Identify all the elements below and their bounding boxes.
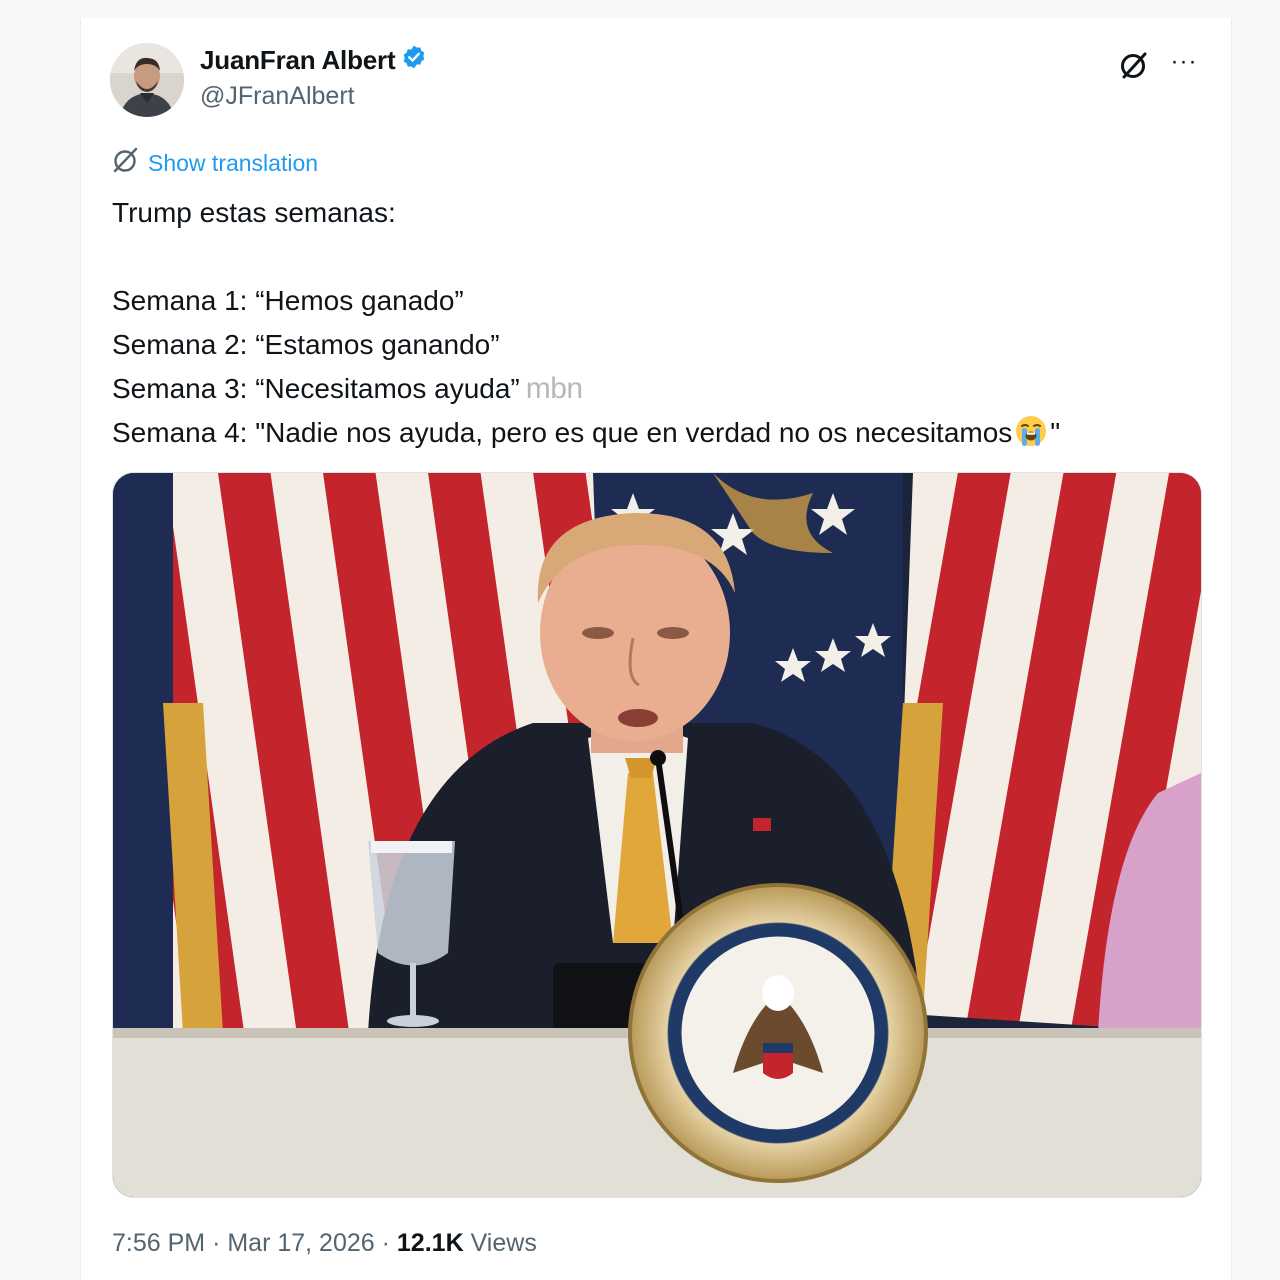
loudly-crying-emoji-icon <box>1014 414 1048 461</box>
tweet-text: Trump estas semanas: Semana 1: “Hemos ga… <box>112 191 1212 461</box>
avatar[interactable] <box>110 43 184 117</box>
more-options-button[interactable]: ··· <box>1166 48 1202 80</box>
tweet-line-3: Semana 3: “Necesitamos ayuda” <box>112 373 520 404</box>
tweet-line-1: Semana 1: “Hemos ganado” <box>112 285 464 316</box>
views-count: 12.1K <box>396 1229 464 1257</box>
meta-separator: · <box>212 1229 221 1257</box>
tweet-line-4: Semana 4: "Nadie nos ayuda, pero es que … <box>112 417 1013 448</box>
author-name[interactable]: JuanFran Albert <box>200 45 396 76</box>
tweet-date[interactable]: Mar 17, 2026 <box>227 1229 374 1257</box>
meta-separator: · <box>381 1229 390 1257</box>
tweet-meta: 7:56 PM · Mar 17, 2026 · 12.1K Views <box>112 1229 537 1258</box>
tweet-line-3-row: Semana 3: “Necesitamos ayuda” mbn <box>112 367 1212 411</box>
tweet-line-4-row: Semana 4: "Nadie nos ayuda, pero es que … <box>112 411 1212 461</box>
author-handle[interactable]: @JFranAlbert <box>200 82 355 111</box>
watermark: mbn <box>525 372 583 405</box>
tweet-line-4-end: " <box>1050 417 1061 448</box>
verified-badge-icon <box>401 44 427 77</box>
tweet-intro: Trump estas semanas: <box>112 197 396 228</box>
tweet-photo[interactable] <box>112 472 1202 1198</box>
tweet-line-2: Semana 2: “Estamos ganando” <box>112 329 500 360</box>
views-label: Views <box>470 1229 537 1257</box>
show-translation-label[interactable]: Show translation <box>148 150 318 177</box>
globe-slash-icon <box>112 147 140 179</box>
grok-icon[interactable] <box>1118 49 1150 81</box>
author-name-row[interactable]: JuanFran Albert <box>200 44 427 77</box>
show-translation-link[interactable]: Show translation <box>112 147 318 179</box>
tweet-time[interactable]: 7:56 PM <box>112 1229 205 1257</box>
